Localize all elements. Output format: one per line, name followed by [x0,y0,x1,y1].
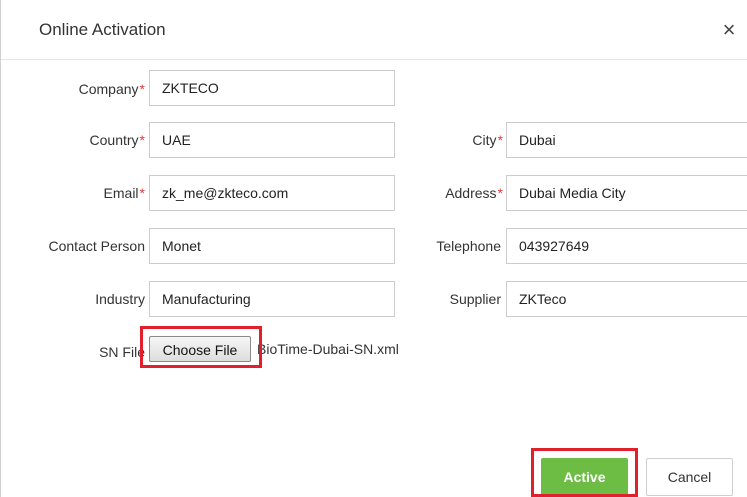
country-label: Country* [21,122,145,158]
active-button[interactable]: Active [541,458,628,496]
city-label: City* [401,122,503,158]
company-label: Company* [21,71,145,107]
sn-file-label: SN File [99,344,145,360]
close-icon[interactable]: × [717,18,741,42]
dialog-header: Online Activation × [1,0,747,60]
company-label-text: Company [78,81,139,97]
city-label-text: City [472,132,497,148]
telephone-input[interactable]: 043927649 [506,228,747,264]
telephone-label: Telephone [436,238,501,254]
supplier-label: Supplier [449,291,501,307]
email-label-text: Email [103,185,139,201]
company-input[interactable]: ZKTECO [149,70,395,106]
address-label: Address* [401,175,503,211]
supplier-input[interactable]: ZKTeco [506,281,747,317]
contact-person-input[interactable]: Monet [149,228,395,264]
contact-person-label: Contact Person [48,238,146,254]
industry-input[interactable]: Manufacturing [149,281,395,317]
address-input[interactable]: Dubai Media City [506,175,747,211]
country-input[interactable]: UAE [149,122,395,158]
sn-file-name: BioTime-Dubai-SN.xml [257,341,399,357]
required-mark: * [497,132,503,148]
required-mark: * [497,185,503,201]
address-label-text: Address [445,185,497,201]
email-label: Email* [21,175,145,211]
email-input[interactable]: zk_me@zkteco.com [149,175,395,211]
required-mark: * [139,132,145,148]
choose-file-button[interactable]: Choose File [149,336,251,362]
dialog-title: Online Activation [39,20,166,39]
required-mark: * [139,185,145,201]
online-activation-dialog: Online Activation × Company* ZKTECO Coun… [0,0,747,497]
country-label-text: Country [89,132,139,148]
cancel-button[interactable]: Cancel [646,458,733,496]
required-mark: * [139,81,145,97]
city-input[interactable]: Dubai [506,122,747,158]
industry-label: Industry [95,291,145,307]
